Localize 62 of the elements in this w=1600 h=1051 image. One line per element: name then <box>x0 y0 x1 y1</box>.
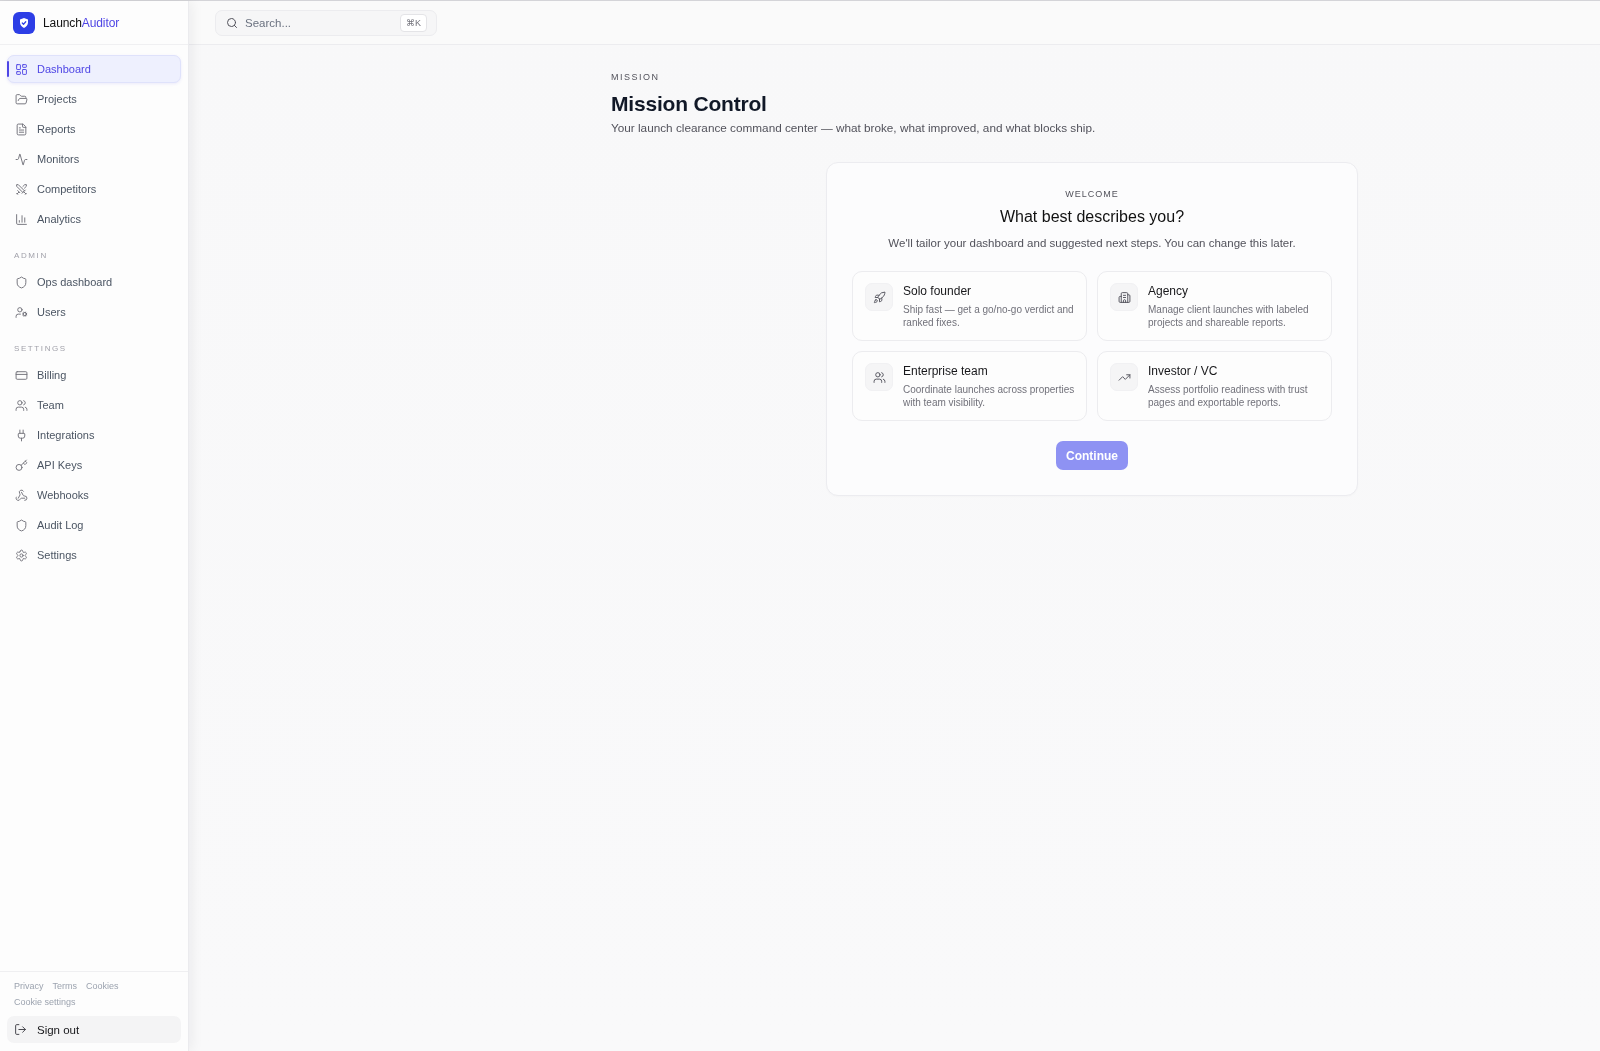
option-description: Manage client launches with labeled projects and shareable reports. <box>1148 303 1310 329</box>
trending-up-icon <box>1110 363 1138 391</box>
search-field[interactable]: Search... <box>245 16 393 29</box>
user-gear-icon <box>15 305 28 319</box>
nav-item[interactable]: Users <box>7 298 181 326</box>
option-title: Solo founder <box>903 283 972 299</box>
option-title: Investor / VC <box>1148 363 1218 379</box>
role-option[interactable]: Solo founder Ship fast — get a go/no-go verdict and ranked fixes. <box>852 271 1087 341</box>
role-option[interactable]: Agency Manage client launches with labeled projects and shareable reports. <box>1097 271 1332 341</box>
option-title: Enterprise team <box>903 363 988 379</box>
brand-name: LaunchAuditor <box>43 15 120 30</box>
page-eyebrow: MISSION <box>611 71 660 83</box>
option-description: Assess portfolio readiness with trust pages and exportable reports. <box>1148 383 1309 409</box>
pulse-icon <box>15 152 28 166</box>
search-icon <box>226 16 238 29</box>
role-option[interactable]: Investor / VC Assess portfolio readiness with trust pages and exportable reports. <box>1097 351 1332 421</box>
webhook-icon <box>15 488 28 502</box>
nav-item[interactable]: Settings <box>7 541 181 569</box>
swords-icon <box>15 182 28 196</box>
nav-item[interactable]: Audit Log <box>7 511 181 539</box>
card-subtitle: We'll tailor your dashboard and suggested next steps. You can change this later. <box>888 236 1296 251</box>
plug-icon <box>15 428 28 442</box>
document-icon <box>15 122 28 136</box>
nav-item[interactable]: Analytics <box>7 205 181 233</box>
sign-out-icon <box>14 1023 27 1036</box>
users-icon <box>865 363 893 391</box>
shortcut-hint: ⌘K <box>400 13 427 32</box>
card-title: What best describes you? <box>999 207 1185 227</box>
page-title: Mission Control <box>611 91 767 117</box>
card-eyebrow: WELCOME <box>1065 188 1119 200</box>
shield-icon <box>15 518 28 532</box>
option-description: Coordinate launches across properties with team visibility. <box>903 383 1076 409</box>
section-label: SETTINGS <box>13 343 68 355</box>
nav-item[interactable]: Dashboard <box>7 55 181 83</box>
option-description: Ship fast — get a go/no-go verdict and ranked fixes. <box>903 303 1075 329</box>
nav-item[interactable]: Team <box>7 391 181 419</box>
nav-item[interactable]: Competitors <box>7 175 181 203</box>
users-icon <box>15 398 28 412</box>
nav-item[interactable]: Projects <box>7 85 181 113</box>
nav-item[interactable]: Webhooks <box>7 481 181 509</box>
settings-icon <box>15 548 28 562</box>
sign-out-button[interactable]: Sign out <box>7 1016 181 1043</box>
shield-icon <box>15 275 28 289</box>
nav-item[interactable]: Ops dashboard <box>7 268 181 296</box>
page-subtitle: Your launch clearance command center — what broke, what improved, and what blocks ship. <box>611 120 1096 136</box>
option-title: Agency <box>1148 283 1189 299</box>
key-icon <box>15 458 28 472</box>
search-box[interactable]: Search... ⌘K <box>215 9 437 36</box>
nav-item[interactable]: Integrations <box>7 421 181 449</box>
credit-card-icon <box>15 368 28 382</box>
nav-item[interactable]: Billing <box>7 361 181 389</box>
nav-item[interactable]: API Keys <box>7 451 181 479</box>
nav-item[interactable]: Monitors <box>7 145 181 173</box>
grid-icon <box>15 62 28 76</box>
section-label: ADMIN <box>13 250 49 262</box>
building-icon <box>1110 283 1138 311</box>
folder-icon <box>15 92 28 106</box>
rocket-icon <box>865 283 893 311</box>
role-option[interactable]: Enterprise team Coordinate launches across properties with team visibility. <box>852 351 1087 421</box>
nav-item[interactable]: Reports <box>7 115 181 143</box>
bar-chart-icon <box>15 212 28 226</box>
shield-check-icon <box>13 11 35 34</box>
